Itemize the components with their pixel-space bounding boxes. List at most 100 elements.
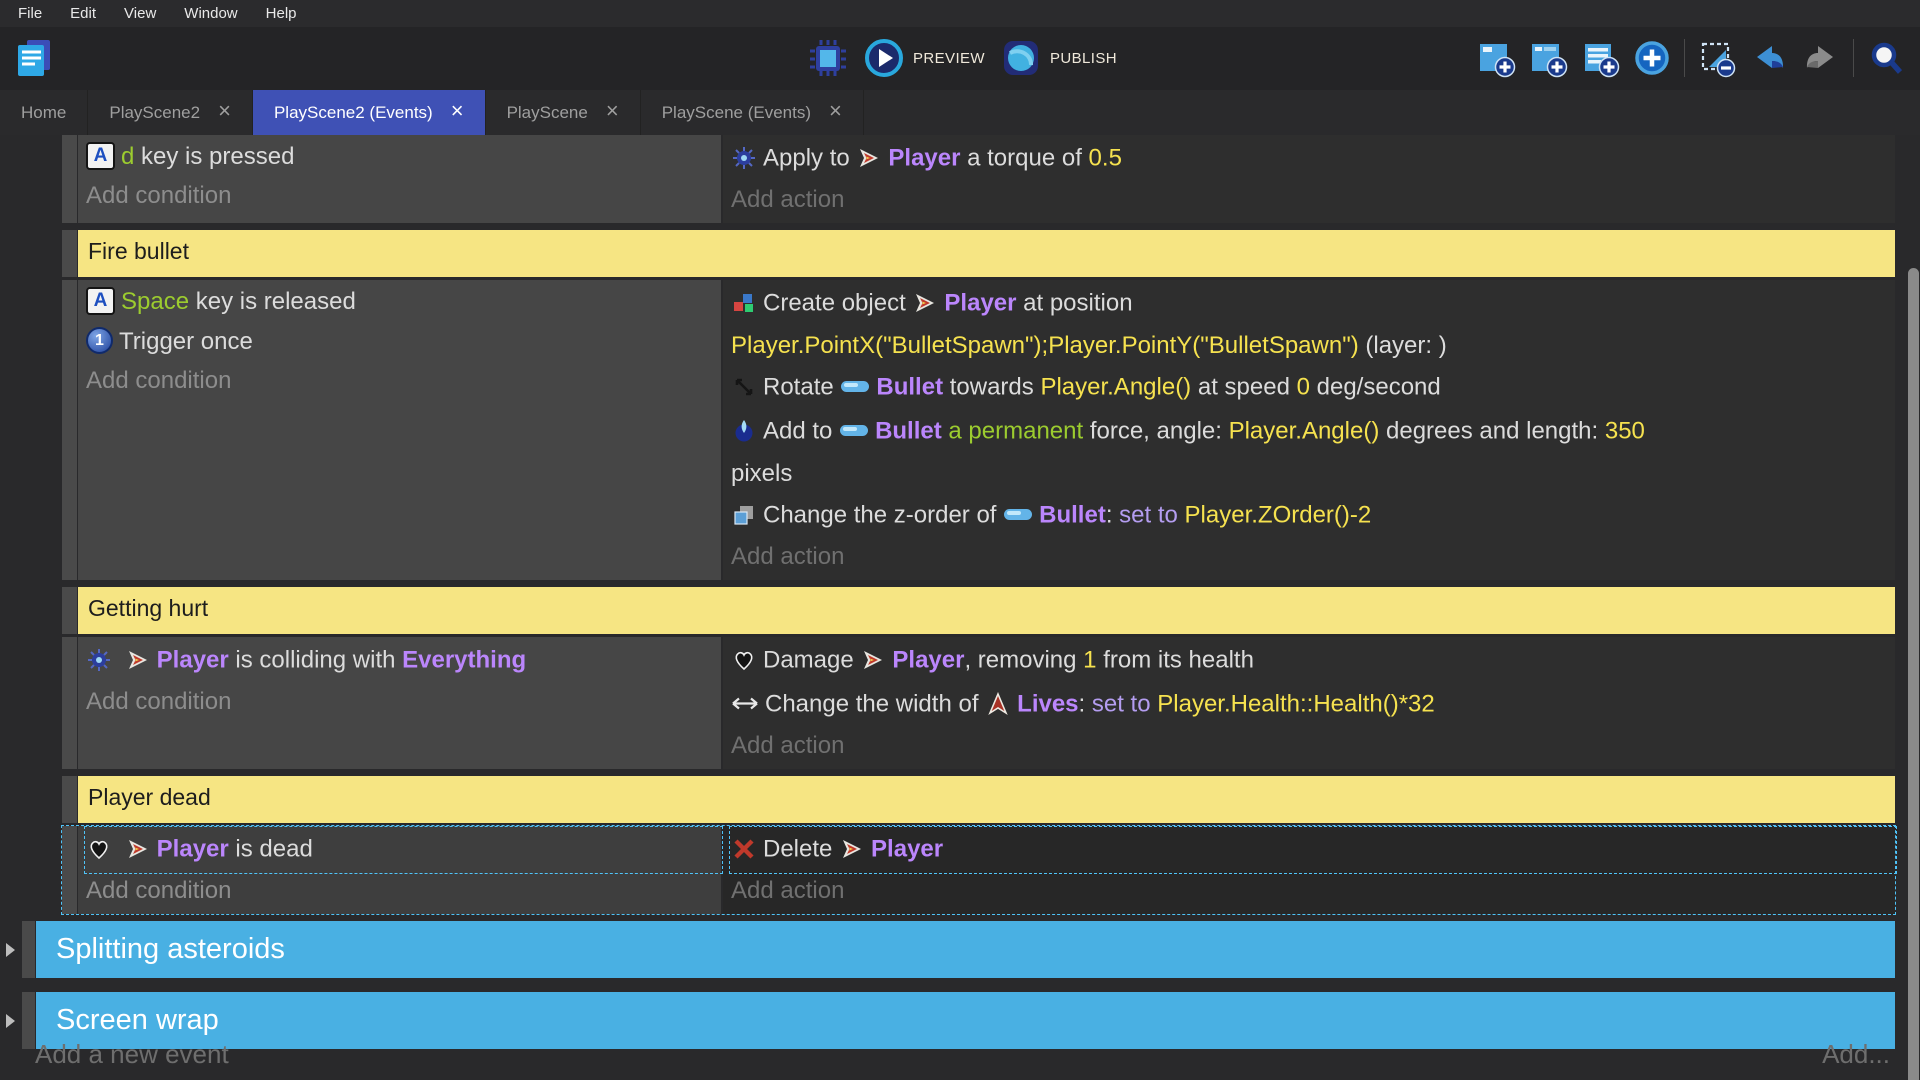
instruction-text: 0.5 [1089,144,1122,171]
comment-row[interactable]: Player dead [62,776,1895,823]
menu-item-window[interactable]: Window [170,0,251,27]
gdevelop-window: FileEditViewWindowHelp [0,0,1920,1080]
publish-button[interactable]: PUBLISH [1001,38,1117,78]
event-drag-handle[interactable] [22,921,35,978]
toolbar-center: PREVIEW PUBLISH [808,38,1117,78]
event-drag-handle[interactable] [62,280,77,580]
add-comment-icon[interactable] [1580,38,1620,78]
instruction-text: d [121,143,134,170]
condition-lines: Player is dead [86,828,721,872]
event-row[interactable]: Player is colliding with EverythingAdd c… [62,637,1895,769]
action-line[interactable]: Create object Player at positionPlayer.P… [731,282,1895,366]
vertical-scrollbar[interactable] [1908,268,1919,1080]
action-line[interactable]: Apply to Player a torque of 0.5 [731,137,1895,181]
tab-close-icon[interactable] [829,102,842,123]
add-action-link[interactable]: Add action [731,538,1895,576]
player-object-icon [125,828,151,868]
event-drag-handle[interactable] [62,135,77,223]
tab-home[interactable]: Home [0,90,88,135]
add-action-link[interactable]: Add action [731,181,1895,219]
add-condition-link[interactable]: Add condition [86,683,721,721]
action-line[interactable]: Damage Player, removing 1 from its healt… [731,639,1895,683]
instruction-text: Rotate [763,373,840,400]
comment-row[interactable]: Fire bullet [62,230,1895,277]
instruction-text: Player.Health::Health()*32 [1157,690,1434,717]
condition-line[interactable]: Player is dead [86,828,721,872]
resize-width-icon [731,683,759,723]
tab-close-icon[interactable] [451,102,464,123]
instruction-text: set to [1092,690,1157,717]
condition-lines: Player is colliding with Everything [86,639,721,683]
event-drag-handle[interactable] [62,826,77,914]
add-condition-link[interactable]: Add condition [86,177,721,215]
comment-row[interactable]: Getting hurt [62,587,1895,634]
condition-line[interactable]: Player is colliding with Everything [86,639,721,683]
comment-text: Fire bullet [78,230,1895,277]
health-icon [731,639,757,679]
event-row[interactable]: d key is pressedAdd condition Apply to Pl… [62,135,1895,223]
action-line[interactable]: Change the width of Lives: set to Player… [731,683,1895,727]
condition-line[interactable]: Trigger once [86,322,721,362]
delete-selected-icon[interactable] [1697,38,1737,78]
add-button[interactable]: Add... [1822,1039,1890,1070]
toolbar-separator [1853,39,1854,77]
instruction-text: Apply to [763,144,856,171]
add-action-link[interactable]: Add action [731,727,1895,765]
menu-item-help[interactable]: Help [252,0,311,27]
action-line[interactable]: Delete Player [731,828,1895,872]
choose-add-event-icon[interactable] [1632,38,1672,78]
event-drag-handle[interactable] [62,776,77,823]
sheet-footer: Add a new event Add... [0,1030,1920,1074]
add-condition-link[interactable]: Add condition [86,362,721,400]
event-row[interactable]: Space key is releasedTrigger onceAdd con… [62,280,1895,580]
menu-item-edit[interactable]: Edit [56,0,110,27]
condition-line[interactable]: Space key is released [86,282,721,322]
action-line[interactable]: Rotate Bullet towards Player.Angle() at … [731,366,1895,410]
menu-bar: FileEditViewWindowHelp [0,0,1920,27]
preview-button[interactable]: PREVIEW [864,38,985,78]
group-row[interactable]: Splitting asteroids [22,921,1895,978]
instruction-text: 1 [1083,646,1096,673]
search-icon[interactable] [1866,38,1906,78]
instruction-text: set to [1119,501,1184,528]
tab-playscene-events[interactable]: PlayScene (Events) [641,90,864,135]
expand-arrow-icon[interactable] [6,1014,15,1028]
rotate-object-icon [731,366,757,406]
instruction-text: a permanent [942,417,1090,444]
tab-playscene2[interactable]: PlayScene2 [88,90,253,135]
event-drag-handle[interactable] [62,230,77,277]
tab-playscene2-events[interactable]: PlayScene2 (Events) [253,90,486,135]
add-new-event-link[interactable]: Add a new event [35,1039,229,1070]
trigger-once-icon [86,327,113,354]
instruction-text: , removing [964,646,1083,673]
debug-icon[interactable] [808,38,848,78]
actions-cell: Delete PlayerAdd action [723,826,1895,914]
instruction-text: Create object [763,289,912,316]
add-event-icon[interactable] [1476,38,1516,78]
instruction-text: Player [944,289,1016,316]
add-sub-event-icon[interactable] [1528,38,1568,78]
undo-icon[interactable] [1749,38,1789,78]
condition-line[interactable]: d key is pressed [86,137,721,177]
expand-arrow-icon[interactable] [6,943,15,957]
tab-playscene[interactable]: PlayScene [486,90,641,135]
physics-engine-icon [86,639,112,679]
tab-close-icon[interactable] [218,102,231,123]
instruction-text: Player [157,646,229,673]
tab-close-icon[interactable] [606,102,619,123]
add-condition-link[interactable]: Add condition [86,872,721,910]
action-line[interactable]: Change the z-order of Bullet: set to Pla… [731,494,1895,538]
comment-text: Player dead [78,776,1895,823]
menu-item-view[interactable]: View [110,0,170,27]
action-line[interactable]: Add to Bullet a permanent force, angle: … [731,410,1895,494]
event-row[interactable]: Player is deadAdd conditionDelete Player… [62,826,1895,914]
events-sheet-icon [12,36,56,80]
instruction-text: Bullet [875,417,942,444]
tab-label: PlayScene (Events) [662,103,811,123]
add-action-link[interactable]: Add action [731,872,1895,910]
instruction-text: degrees and length: [1379,417,1605,444]
event-drag-handle[interactable] [62,587,77,634]
redo-icon[interactable] [1801,38,1841,78]
menu-item-file[interactable]: File [4,0,56,27]
event-drag-handle[interactable] [62,637,77,769]
